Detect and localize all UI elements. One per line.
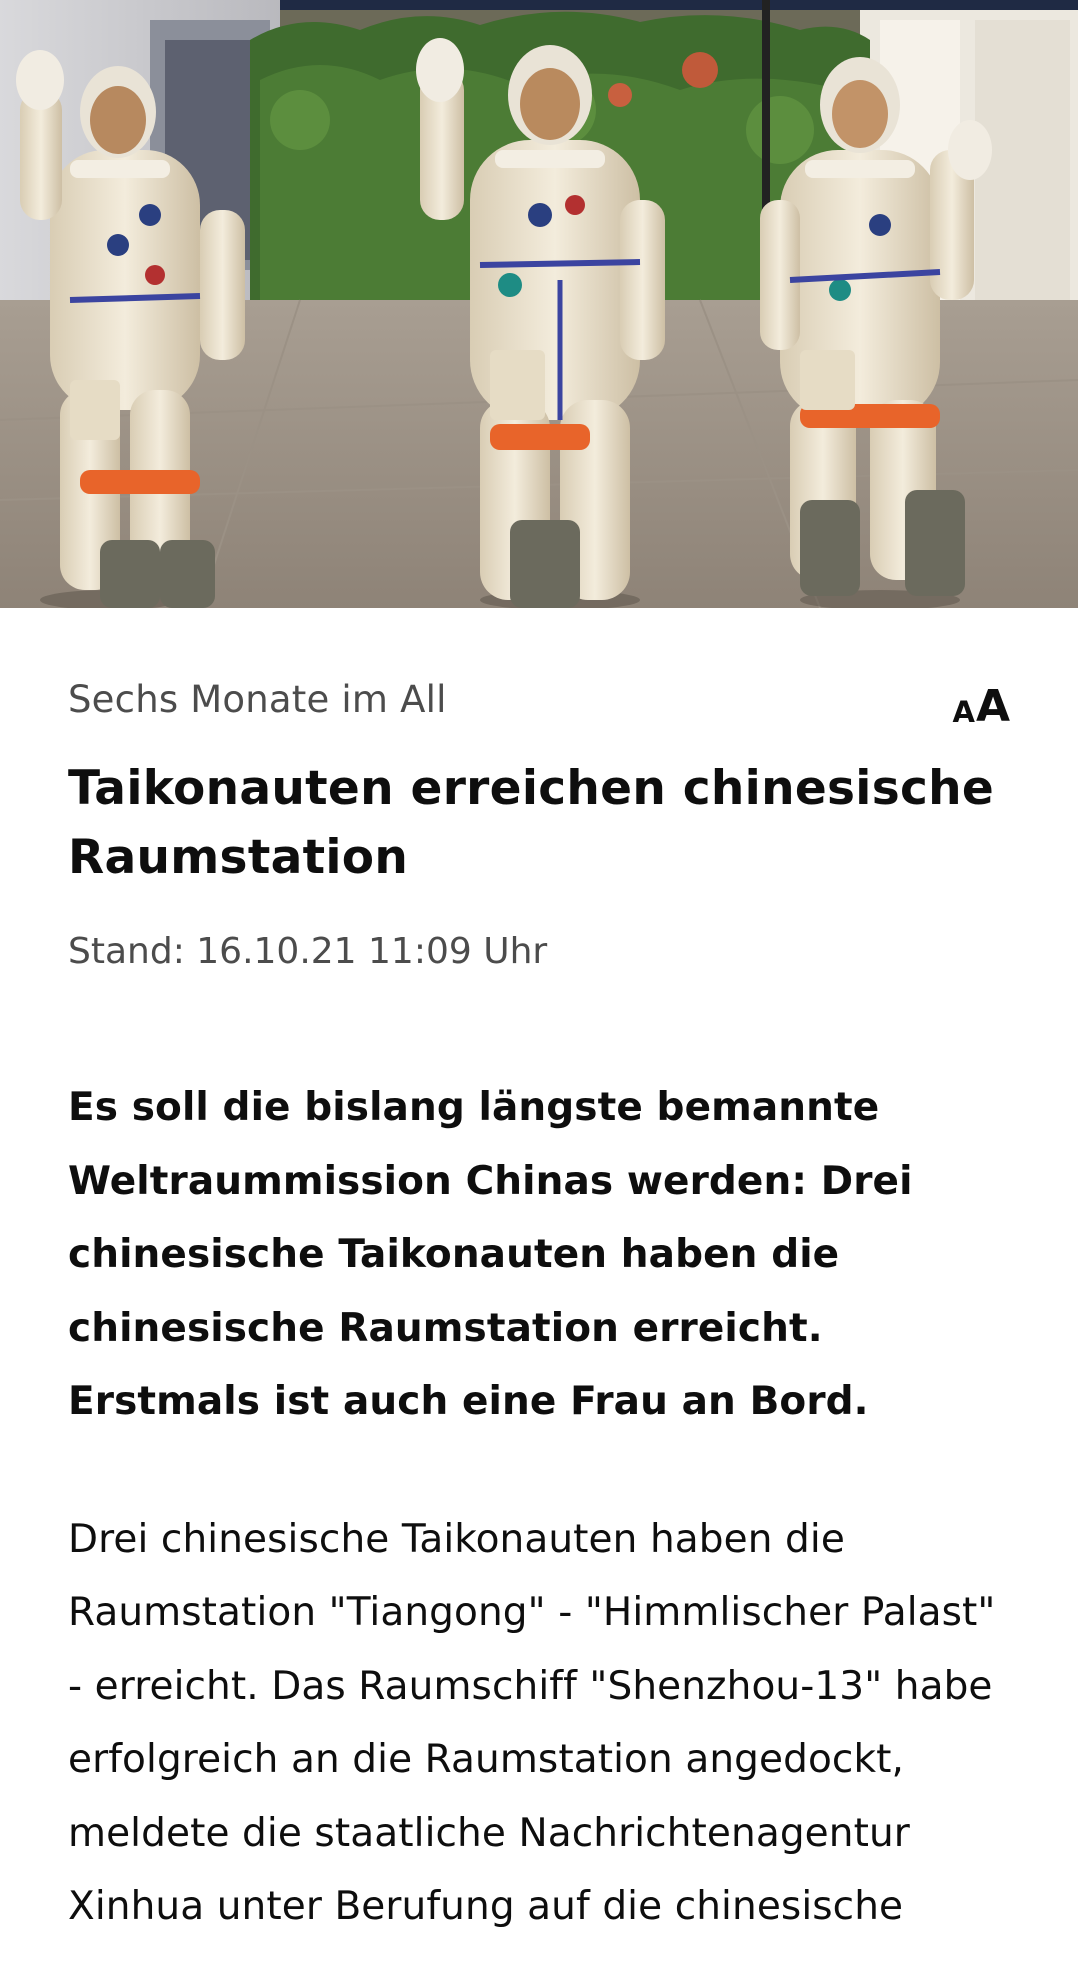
article-page: Sechs Monate im All A A Taikonauten erre…: [0, 0, 1078, 1982]
article-timestamp: Stand: 16.10.21 11:09 Uhr: [68, 931, 548, 972]
article-topline: Sechs Monate im All: [68, 678, 447, 721]
topline-row: Sechs Monate im All A A: [68, 664, 1010, 744]
hero-image[interactable]: [0, 0, 1078, 608]
font-size-small-icon: A: [952, 695, 975, 729]
article-headline: Taikonauten erreichen chinesische Raumst…: [68, 761, 995, 885]
article-content: Sechs Monate im All A A Taikonauten erre…: [68, 608, 1010, 1982]
font-size-large-icon: A: [975, 681, 1010, 732]
font-size-toggle-button[interactable]: A A: [900, 672, 1010, 730]
article-body-paragraph: Drei chinesische Taikonauten haben die R…: [68, 1516, 996, 1930]
article-teaser: Es soll die bislang längste bemannte Wel…: [68, 1085, 913, 1424]
